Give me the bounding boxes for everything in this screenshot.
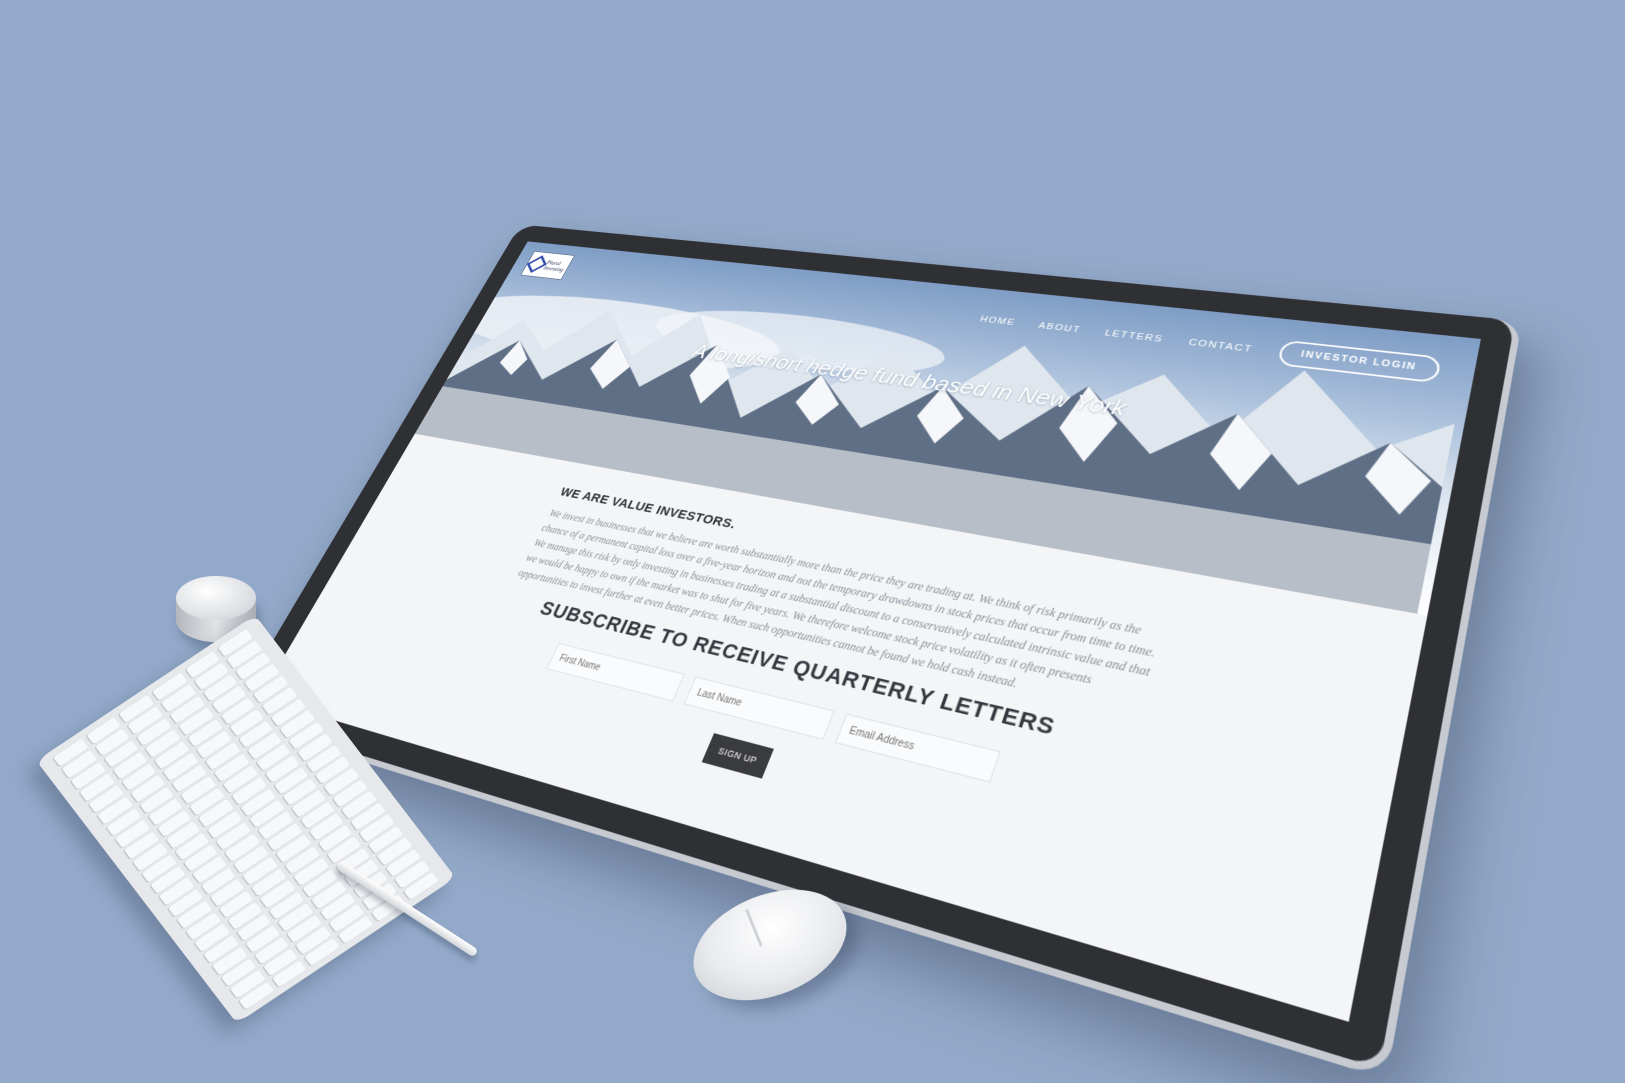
sign-up-button[interactable]: SIGN UP (701, 733, 774, 779)
logo-wordmark: Plural Investing (542, 259, 565, 273)
monitor: Plural Investing HOME ABOUT LETTERS CONT… (226, 224, 1523, 1080)
nav-about[interactable]: ABOUT (1037, 321, 1082, 335)
dial-top (176, 576, 256, 620)
desk-scene: Plural Investing HOME ABOUT LETTERS CONT… (0, 0, 1625, 1083)
website-screen: Plural Investing HOME ABOUT LETTERS CONT… (259, 241, 1481, 1022)
email-field[interactable] (835, 713, 1001, 783)
mouse-seam (744, 908, 763, 947)
nav-contact[interactable]: CONTACT (1187, 337, 1254, 354)
first-name-field[interactable] (546, 642, 686, 702)
last-name-field[interactable] (683, 676, 835, 740)
nav-letters[interactable]: LETTERS (1104, 328, 1165, 344)
nav-home[interactable]: HOME (979, 314, 1017, 327)
